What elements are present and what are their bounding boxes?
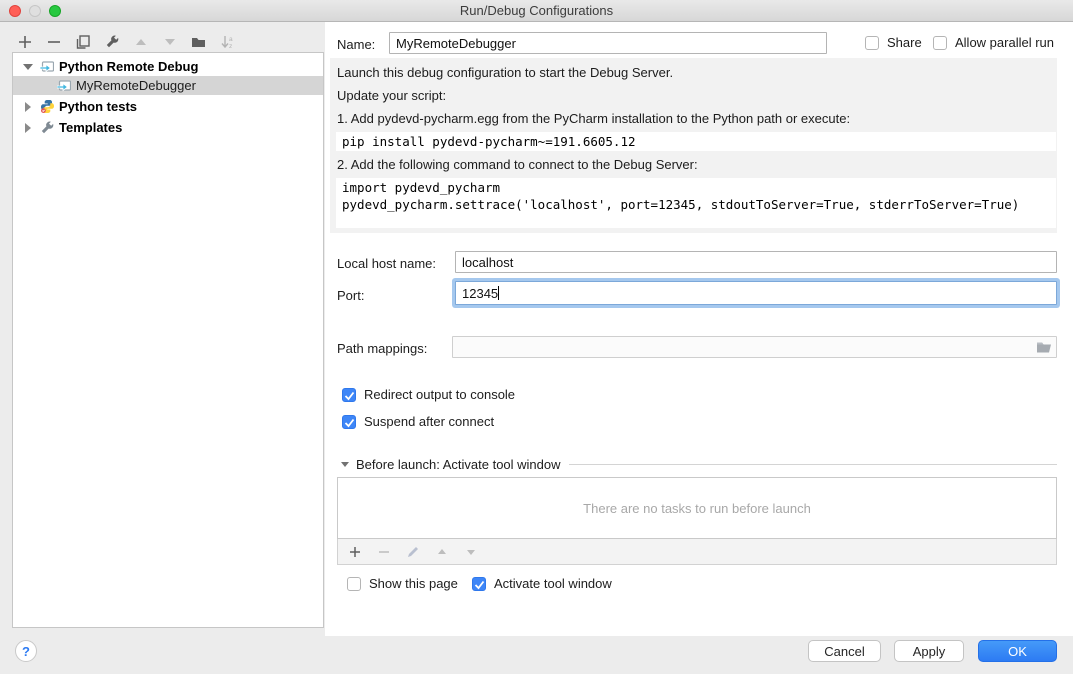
tree-item-label: Templates	[59, 120, 122, 135]
move-down-icon[interactable]	[463, 544, 478, 559]
suspend-after-connect-checkbox[interactable]	[342, 415, 356, 429]
description-line: Update your script:	[330, 84, 1057, 107]
allow-parallel-run-checkbox-row[interactable]: Allow parallel run	[933, 35, 1054, 50]
suspend-after-connect-row[interactable]: Suspend after connect	[342, 414, 494, 429]
new-folder-icon[interactable]	[191, 35, 206, 50]
settrace-code-line2: pydevd_pycharm.settrace('localhost', por…	[342, 196, 1050, 213]
show-this-page-checkbox[interactable]	[347, 577, 361, 591]
python-tests-icon	[39, 99, 55, 115]
sidebar-toolbar: az	[17, 34, 235, 50]
before-launch-tasks-list[interactable]: There are no tasks to run before launch	[337, 477, 1057, 539]
description-line: Launch this debug configuration to start…	[330, 61, 1057, 84]
edit-pencil-icon[interactable]	[405, 544, 420, 559]
tree-item-templates[interactable]: Templates	[13, 118, 323, 137]
path-mappings-input[interactable]	[452, 336, 1057, 358]
configuration-editor-panel: Name: Share Allow parallel run Launch th…	[325, 22, 1073, 636]
ok-button[interactable]: OK	[978, 640, 1057, 662]
sort-alphabetically-icon[interactable]: az	[220, 35, 235, 50]
run-debug-configurations-dialog: Run/Debug Configurations az	[0, 0, 1073, 674]
show-this-page-row[interactable]: Show this page	[347, 576, 458, 591]
apply-button[interactable]: Apply	[894, 640, 964, 662]
remote-debug-icon	[56, 78, 72, 94]
description-step: 2. Add the following command to connect …	[330, 153, 1057, 176]
share-checkbox-row[interactable]: Share	[865, 35, 922, 50]
share-checkbox[interactable]	[865, 36, 879, 50]
before-launch-title: Before launch: Activate tool window	[356, 457, 561, 472]
copy-icon[interactable]	[75, 35, 90, 50]
name-input[interactable]	[389, 32, 827, 54]
move-up-icon[interactable]	[434, 544, 449, 559]
local-host-name-input[interactable]	[455, 251, 1057, 273]
add-icon[interactable]	[17, 35, 32, 50]
text-caret	[498, 286, 499, 300]
description-step: 1. Add pydevd-pycharm.egg from the PyCha…	[330, 107, 1057, 130]
remote-debug-icon	[39, 59, 55, 75]
configurations-tree: Python Remote Debug MyRemoteDebugger Pyt…	[12, 52, 324, 628]
settrace-code: import pydevd_pycharm pydevd_pycharm.set…	[336, 178, 1056, 228]
tree-item-label: MyRemoteDebugger	[76, 78, 196, 93]
tree-item-myremotedebugger[interactable]: MyRemoteDebugger	[13, 76, 323, 95]
browse-folder-icon[interactable]	[1036, 340, 1052, 354]
chevron-right-icon[interactable]	[21, 102, 35, 112]
port-value: 12345	[462, 286, 498, 301]
chevron-down-icon[interactable]	[341, 462, 349, 467]
move-down-icon[interactable]	[162, 35, 177, 50]
activate-tool-window-label: Activate tool window	[494, 576, 612, 591]
redirect-output-label: Redirect output to console	[364, 387, 515, 402]
help-button[interactable]: ?	[15, 640, 37, 662]
configurations-sidebar: az Python Remote Debug MyRemoteDebugger	[0, 22, 325, 674]
remove-icon[interactable]	[46, 35, 61, 50]
tasks-toolbar	[337, 539, 1057, 565]
tree-item-label: Python Remote Debug	[59, 59, 198, 74]
chevron-down-icon[interactable]	[21, 64, 35, 70]
tasks-empty-text: There are no tasks to run before launch	[583, 501, 811, 516]
cancel-button[interactable]: Cancel	[808, 640, 881, 662]
activate-tool-window-checkbox[interactable]	[472, 577, 486, 591]
activate-tool-window-row[interactable]: Activate tool window	[472, 576, 612, 591]
share-label: Share	[887, 35, 922, 50]
templates-wrench-icon	[39, 120, 55, 136]
allow-parallel-run-label: Allow parallel run	[955, 35, 1054, 50]
port-input[interactable]: 12345	[455, 281, 1057, 305]
tree-item-python-remote-debug[interactable]: Python Remote Debug	[13, 57, 323, 76]
add-icon[interactable]	[347, 544, 362, 559]
suspend-after-connect-label: Suspend after connect	[364, 414, 494, 429]
separator-line	[569, 464, 1057, 465]
settrace-code-line1: import pydevd_pycharm	[342, 179, 1050, 196]
before-launch-header[interactable]: Before launch: Activate tool window	[341, 457, 1057, 472]
chevron-right-icon[interactable]	[21, 123, 35, 133]
path-mappings-label: Path mappings:	[337, 341, 427, 356]
remove-icon[interactable]	[376, 544, 391, 559]
allow-parallel-run-checkbox[interactable]	[933, 36, 947, 50]
svg-text:a: a	[229, 36, 233, 43]
pip-install-code: pip install pydevd-pycharm~=191.6605.12	[336, 132, 1056, 151]
description-panel: Launch this debug configuration to start…	[330, 58, 1057, 233]
tree-item-python-tests[interactable]: Python tests	[13, 97, 323, 116]
tree-item-label: Python tests	[59, 99, 137, 114]
show-this-page-label: Show this page	[369, 576, 458, 591]
redirect-output-row[interactable]: Redirect output to console	[342, 387, 515, 402]
redirect-output-checkbox[interactable]	[342, 388, 356, 402]
local-host-name-label: Local host name:	[337, 256, 436, 271]
port-label: Port:	[337, 288, 364, 303]
window-title: Run/Debug Configurations	[0, 3, 1073, 18]
move-up-icon[interactable]	[133, 35, 148, 50]
edit-defaults-wrench-icon[interactable]	[104, 35, 119, 50]
svg-text:z: z	[229, 43, 232, 49]
name-label: Name:	[337, 37, 375, 52]
title-bar: Run/Debug Configurations	[0, 0, 1073, 22]
